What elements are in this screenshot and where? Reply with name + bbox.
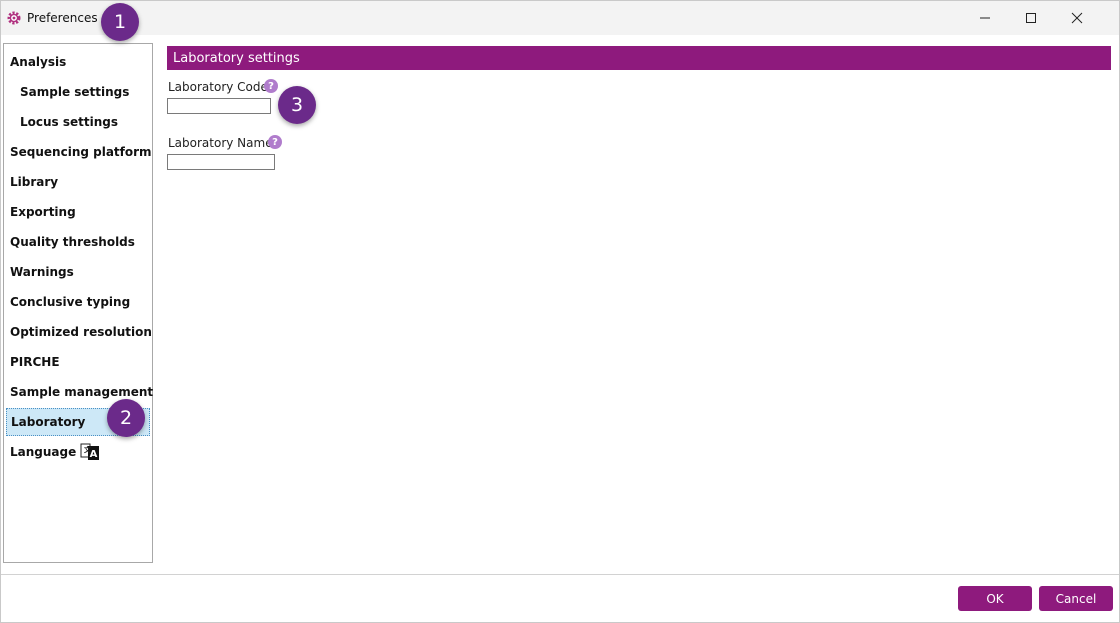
sidebar-item-label: Laboratory — [11, 415, 86, 429]
sidebar-item-label: Quality thresholds — [10, 235, 135, 249]
sidebar-item-label: Sample management — [10, 385, 154, 399]
footer-divider — [1, 574, 1119, 575]
annotation-badge: 1 — [101, 3, 139, 41]
annotation-badge: 3 — [278, 86, 316, 124]
sidebar-item-label: Sequencing platform — [10, 145, 152, 159]
sidebar-item-sample-settings[interactable]: Sample settings — [6, 79, 150, 105]
sidebar-item-label: Exporting — [10, 205, 76, 219]
sidebar-item-label: Warnings — [10, 265, 74, 279]
preferences-window: Preferences Analysis Sample settings Loc… — [0, 0, 1120, 623]
sidebar-item-pirche[interactable]: PIRCHE — [6, 349, 150, 375]
preferences-sidebar: Analysis Sample settings Locus settings … — [3, 43, 153, 563]
ok-button[interactable]: OK — [958, 586, 1032, 611]
sidebar-item-exporting[interactable]: Exporting — [6, 199, 150, 225]
sidebar-item-label: Locus settings — [20, 115, 119, 129]
sidebar-item-locus-settings[interactable]: Locus settings — [6, 109, 150, 135]
close-button[interactable] — [1055, 3, 1099, 33]
sidebar-item-label: Conclusive typing — [10, 295, 131, 309]
sidebar-item-label: Library — [10, 175, 59, 189]
sidebar-item-label: Analysis — [10, 55, 67, 69]
svg-text:文: 文 — [84, 445, 92, 454]
sidebar-item-language[interactable]: Language A 文 — [6, 439, 150, 465]
help-icon[interactable]: ? — [268, 135, 282, 149]
section-header: Laboratory settings — [167, 46, 1111, 70]
sidebar-item-optimized-resolution[interactable]: Optimized resolution — [6, 319, 152, 345]
sidebar-item-warnings[interactable]: Warnings — [6, 259, 150, 285]
sidebar-item-label: PIRCHE — [10, 355, 60, 369]
laboratory-settings-panel: Laboratory settings Laboratory Code ? La… — [167, 43, 1112, 563]
sidebar-item-library[interactable]: Library — [6, 169, 150, 195]
laboratory-name-label: Laboratory Name — [168, 136, 273, 150]
title-bar[interactable]: Preferences — [1, 1, 1119, 35]
window-title: Preferences — [27, 11, 98, 25]
maximize-button[interactable] — [1009, 3, 1053, 33]
sidebar-item-analysis[interactable]: Analysis — [6, 49, 150, 75]
close-icon — [1071, 12, 1083, 24]
maximize-icon — [1026, 13, 1036, 23]
sidebar-item-conclusive-typing[interactable]: Conclusive typing — [6, 289, 150, 315]
laboratory-code-input[interactable] — [167, 98, 271, 114]
gear-icon — [6, 10, 22, 26]
help-icon[interactable]: ? — [264, 79, 278, 93]
sidebar-item-label: Sample settings — [20, 85, 130, 99]
sidebar-item-sequencing-platform[interactable]: Sequencing platform — [6, 139, 152, 165]
cancel-button[interactable]: Cancel — [1039, 586, 1113, 611]
minimize-button[interactable] — [963, 3, 1007, 33]
minimize-icon — [980, 17, 990, 19]
sidebar-item-label: Language — [10, 445, 77, 459]
translate-icon: A 文 — [80, 442, 100, 462]
annotation-badge: 2 — [107, 399, 145, 437]
laboratory-code-label: Laboratory Code — [168, 80, 268, 94]
sidebar-item-label: Optimized resolution — [10, 325, 152, 339]
sidebar-item-quality-thresholds[interactable]: Quality thresholds — [6, 229, 150, 255]
laboratory-name-input[interactable] — [167, 154, 275, 170]
